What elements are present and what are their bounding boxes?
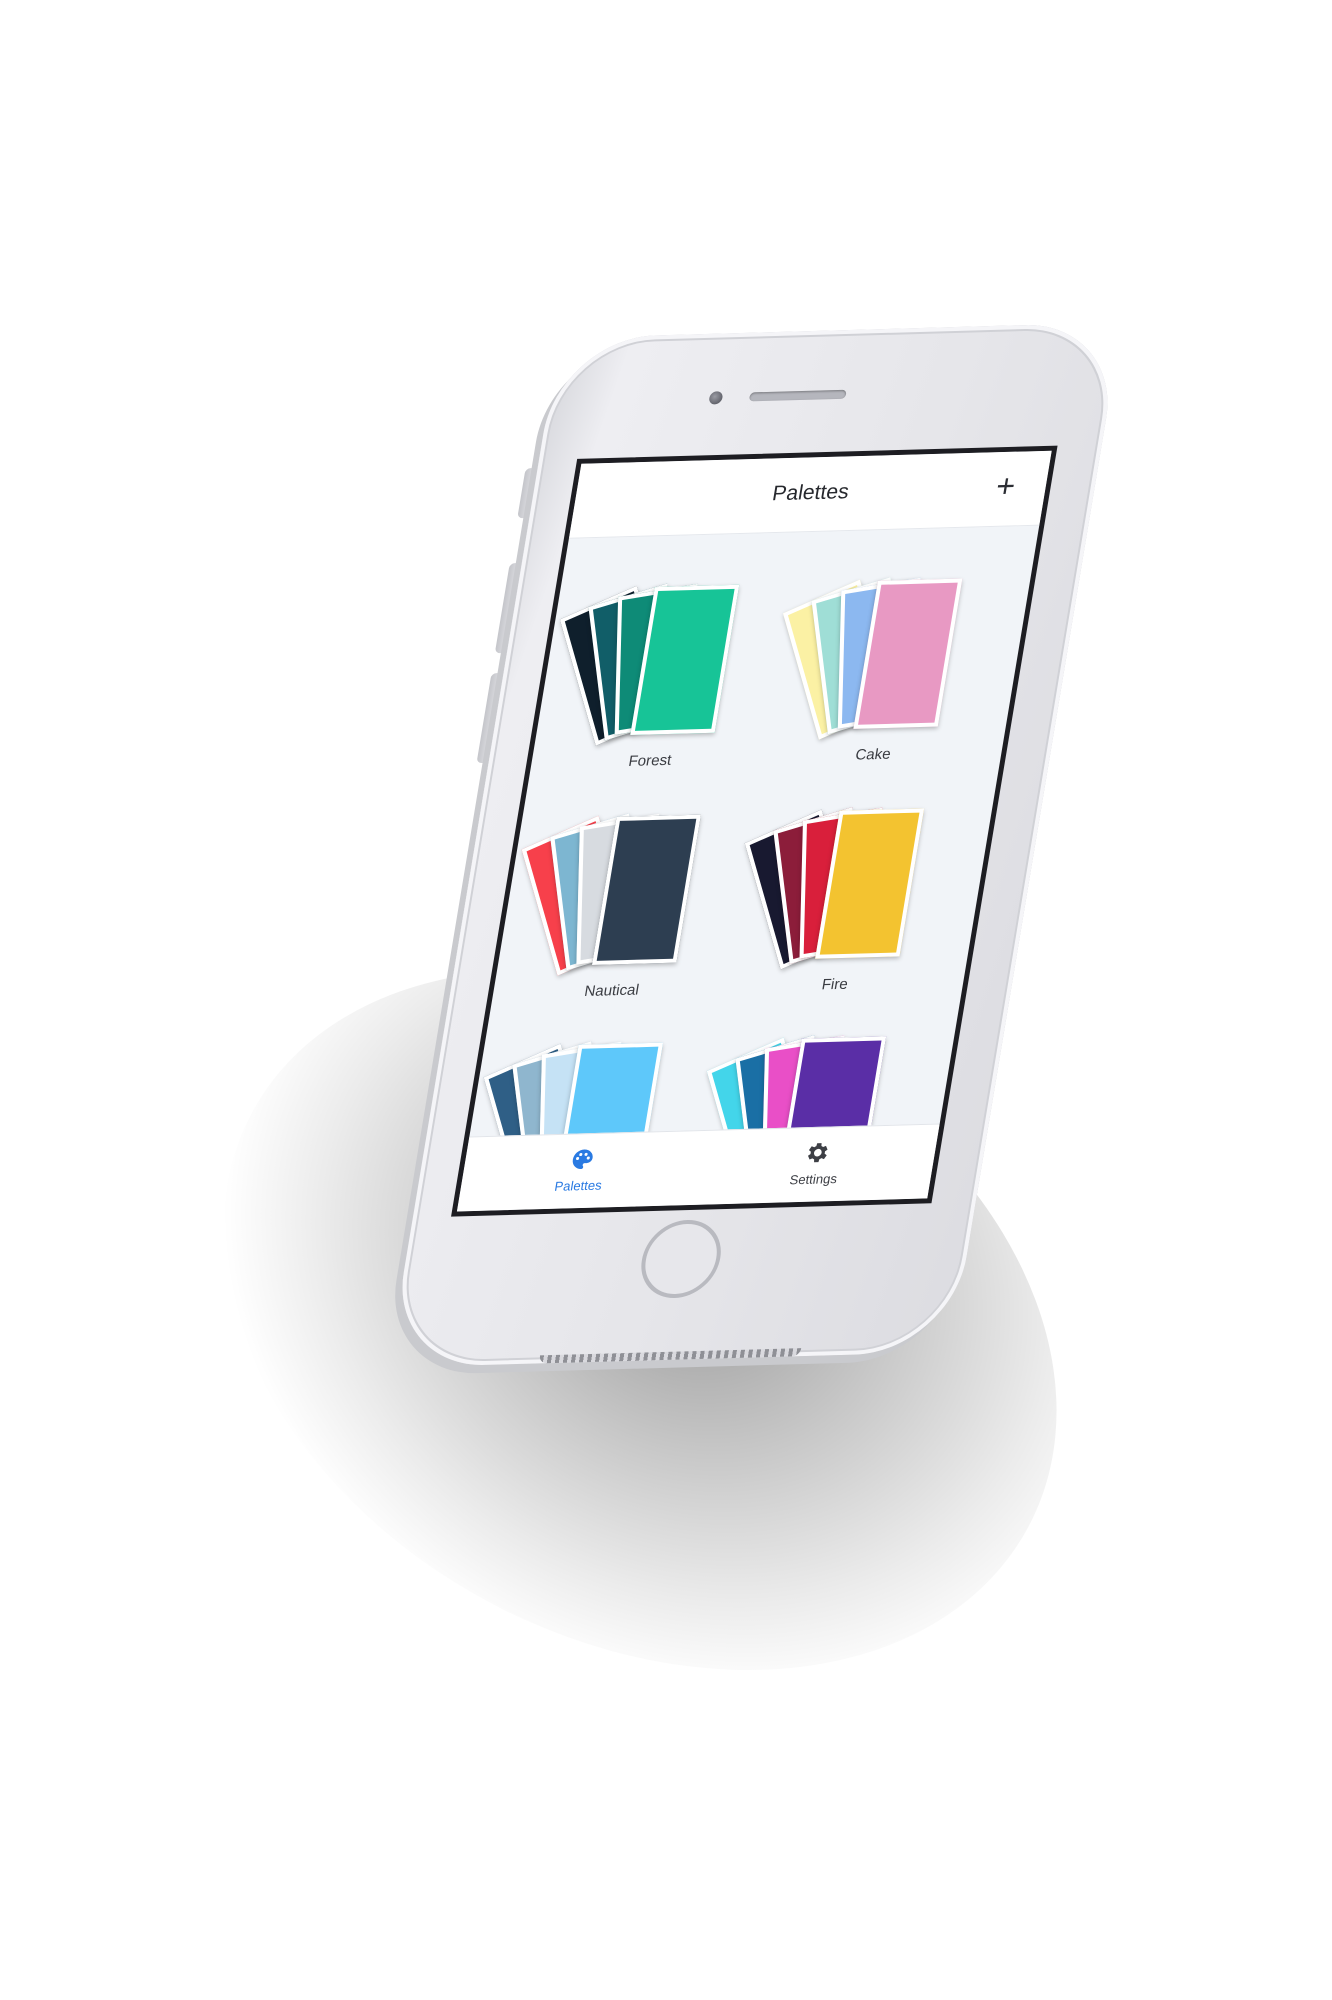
- app-screen: Palettes + Forest Cake Nautical Fire Pal…: [451, 445, 1058, 1217]
- palette-item-blue[interactable]: [469, 1031, 705, 1138]
- swatch-fan: [782, 568, 974, 740]
- swatch-fan: [744, 798, 936, 970]
- palette-name: Nautical: [583, 981, 641, 1001]
- palette-item-forest[interactable]: Forest: [545, 574, 781, 790]
- home-button[interactable]: [635, 1218, 727, 1300]
- palette-grid: Forest Cake Nautical Fire: [469, 525, 1039, 1138]
- phone-body: Palettes + Forest Cake Nautical Fire Pal…: [387, 322, 1123, 1368]
- palette-item-purple[interactable]: [692, 1025, 928, 1138]
- add-palette-button[interactable]: +: [985, 467, 1027, 505]
- swatch-fan: [521, 804, 712, 976]
- render-stage: Palettes + Forest Cake Nautical Fire Pal…: [0, 0, 1332, 2000]
- palette-item-cake[interactable]: Cake: [768, 567, 1004, 783]
- palette-name: Cake: [854, 745, 893, 764]
- tab-bar: Palettes Settings: [456, 1123, 940, 1212]
- tab-settings[interactable]: Settings: [692, 1124, 939, 1205]
- palette-item-fire[interactable]: Fire: [730, 797, 966, 1013]
- palette-icon: [572, 1149, 593, 1169]
- page-title: Palettes: [770, 480, 851, 506]
- swatch-fan: [559, 574, 751, 746]
- gear-icon: [807, 1143, 828, 1163]
- palette-name: Forest: [627, 751, 673, 770]
- phone-mockup: Palettes + Forest Cake Nautical Fire Pal…: [387, 322, 1123, 1368]
- tab-label: Settings: [788, 1171, 839, 1188]
- tab-label: Palettes: [553, 1177, 604, 1194]
- earpiece-speaker: [748, 389, 847, 402]
- palette-name: Fire: [820, 975, 850, 994]
- palette-item-nautical[interactable]: Nautical: [507, 804, 743, 1020]
- front-camera: [708, 391, 724, 405]
- swatch-fan: [483, 1032, 674, 1138]
- swatch-fan: [706, 1026, 898, 1138]
- tab-palettes[interactable]: Palettes: [457, 1131, 704, 1212]
